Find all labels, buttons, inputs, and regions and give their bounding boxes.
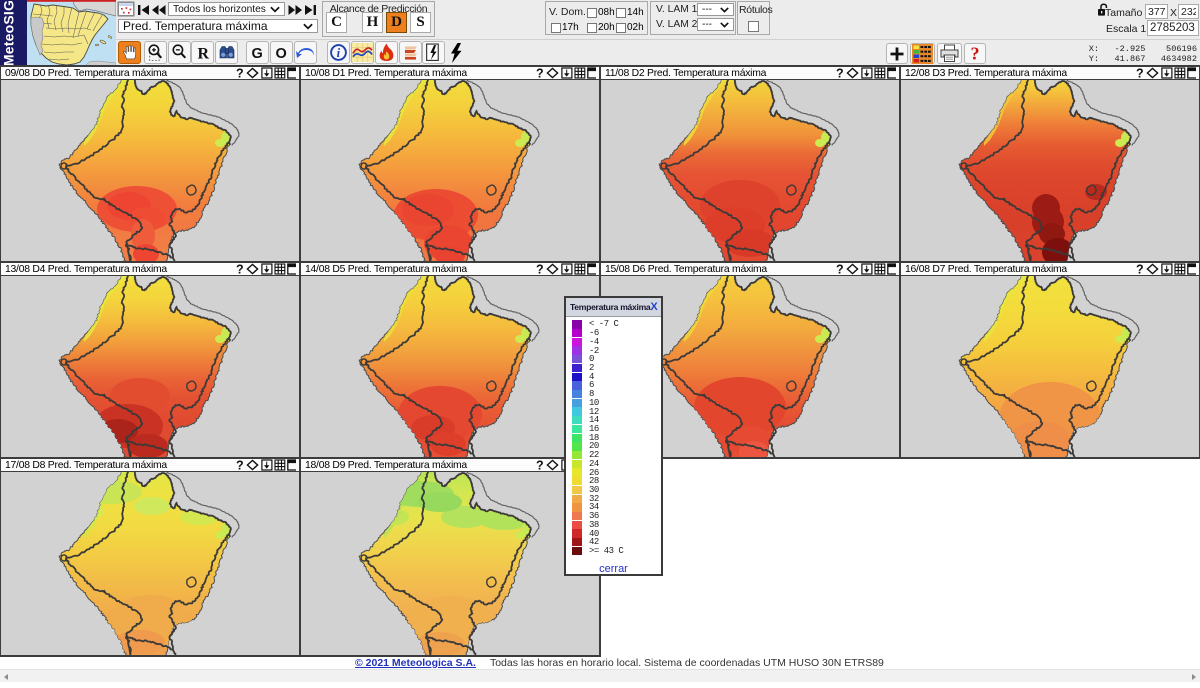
svg-text:?: ? xyxy=(1136,67,1143,79)
svg-text:?: ? xyxy=(536,263,543,275)
svg-text:?: ? xyxy=(836,67,843,79)
svg-text:?: ? xyxy=(1136,263,1143,275)
svg-text:?: ? xyxy=(971,45,980,62)
svg-text:i: i xyxy=(337,46,341,60)
svg-text:MeteoSIG: MeteoSIG xyxy=(1,0,17,65)
svg-text:R: R xyxy=(197,45,209,62)
svg-text:?: ? xyxy=(836,263,843,275)
svg-text:O: O xyxy=(275,46,286,62)
svg-text:?: ? xyxy=(236,263,243,275)
svg-text:?: ? xyxy=(536,67,543,79)
svg-text:?: ? xyxy=(236,459,243,471)
svg-text:G: G xyxy=(251,46,262,62)
svg-text:?: ? xyxy=(236,67,243,79)
svg-text:?: ? xyxy=(536,459,543,471)
